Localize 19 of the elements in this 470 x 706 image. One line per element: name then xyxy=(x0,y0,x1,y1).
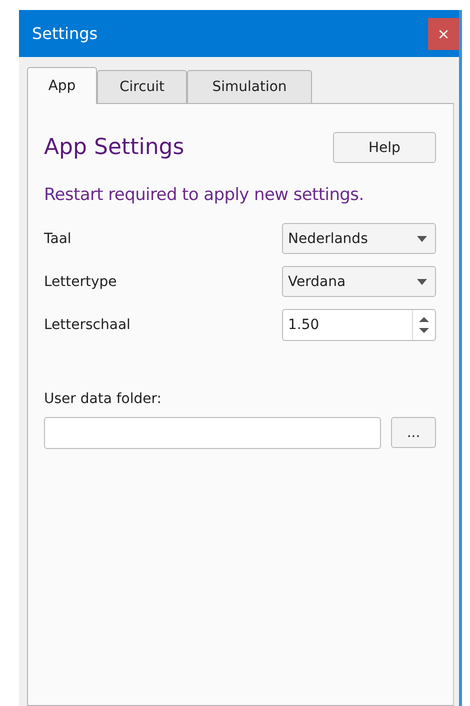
tab[interactable]: Circuit xyxy=(97,70,187,103)
dropdown[interactable]: Verdana xyxy=(282,266,436,297)
help-button[interactable]: Help xyxy=(333,132,436,163)
dropdown[interactable]: Nederlands xyxy=(282,223,436,254)
caret-icon xyxy=(417,278,427,284)
restart-notice: Restart required to apply new settings. xyxy=(44,185,365,205)
tab[interactable]: Simulation xyxy=(187,70,312,103)
close-button[interactable]: × xyxy=(428,18,459,50)
setting-label: Taal xyxy=(44,230,72,246)
folder-label: User data folder: xyxy=(44,391,162,407)
setting-label: Lettertype xyxy=(44,274,117,290)
window-title: Settings xyxy=(32,24,98,43)
tab[interactable]: App xyxy=(27,67,97,104)
setting-label: Letterschaal xyxy=(44,317,130,333)
folder-field[interactable] xyxy=(44,417,381,449)
browse-button[interactable]: ... xyxy=(391,417,436,448)
section-heading: App Settings xyxy=(44,135,184,160)
number-spinner[interactable]: 1.50 xyxy=(282,309,436,341)
caret-icon xyxy=(417,236,427,242)
